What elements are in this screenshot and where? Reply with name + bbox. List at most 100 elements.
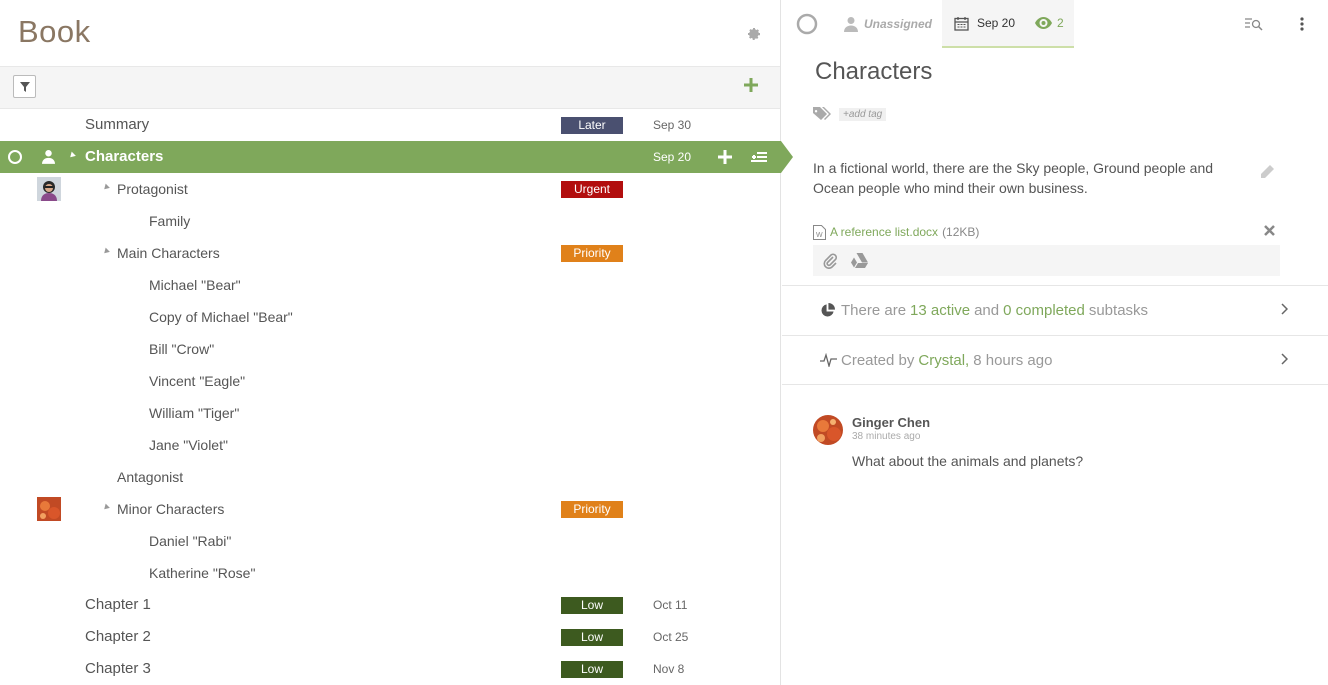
due-date[interactable]: Sep 20: [653, 141, 691, 173]
task-row[interactable]: Michael "Bear": [0, 269, 781, 301]
task-row[interactable]: Antagonist: [0, 461, 781, 493]
task-row[interactable]: Chapter 2 Low Oct 25: [0, 621, 781, 653]
task-row[interactable]: Family: [0, 205, 781, 237]
created-prefix: Created by: [841, 351, 915, 369]
task-row[interactable]: Copy of Michael "Bear": [0, 301, 781, 333]
task-title[interactable]: Bill "Crow": [149, 333, 214, 365]
filter-icon: [19, 81, 30, 92]
user-icon: [844, 17, 858, 32]
task-title[interactable]: Main Characters: [117, 237, 220, 269]
activity-pulse-icon: [820, 353, 837, 367]
task-title[interactable]: Katherine "Rose": [149, 557, 255, 589]
complete-toggle[interactable]: [796, 0, 818, 48]
task-row[interactable]: Minor Characters Priority: [0, 493, 781, 525]
task-title[interactable]: Chapter 2: [85, 621, 151, 653]
created-time: 8 hours ago: [973, 351, 1053, 369]
collapse-arrow-icon[interactable]: [102, 247, 110, 256]
task-title[interactable]: Summary: [85, 109, 149, 141]
due-date: Sep 20: [977, 16, 1016, 30]
attachment-size: (12KB): [942, 225, 980, 239]
task-title[interactable]: Protagonist: [117, 173, 188, 205]
status-badge[interactable]: Priority: [561, 501, 623, 518]
status-badge[interactable]: Priority: [561, 245, 623, 262]
task-row[interactable]: Characters Sep 20: [0, 141, 793, 173]
task-detail-panel: Unassigned Sep 20 2 Characters +add tag …: [782, 0, 1328, 685]
due-date[interactable]: Nov 8: [653, 653, 684, 685]
task-title[interactable]: Daniel "Rabi": [149, 525, 231, 557]
status-circle-icon: [796, 13, 818, 35]
task-title[interactable]: Minor Characters: [117, 493, 224, 525]
add-task-button[interactable]: [744, 78, 758, 92]
collapse-arrow-icon[interactable]: [68, 151, 76, 160]
created-author[interactable]: Crystal,: [918, 352, 969, 369]
due-date[interactable]: Oct 25: [653, 621, 688, 653]
task-row[interactable]: Chapter 1 Low Oct 11: [0, 589, 781, 621]
date-button[interactable]: Sep 20: [942, 0, 1024, 48]
task-title[interactable]: Antagonist: [117, 461, 183, 493]
task-row[interactable]: Chapter 3 Low Nov 8: [0, 653, 781, 685]
task-row[interactable]: Katherine "Rose": [0, 557, 781, 589]
attachments: W A reference list.docx (12KB): [813, 221, 1280, 276]
task-row[interactable]: Summary Later Sep 30: [0, 109, 781, 141]
avatar[interactable]: [37, 177, 61, 201]
task-row[interactable]: Protagonist Urgent: [0, 173, 781, 205]
more-menu-button[interactable]: [1300, 0, 1304, 48]
chevron-right-icon: [1281, 303, 1288, 315]
attachment-link[interactable]: A reference list.docx: [830, 225, 938, 239]
avatar[interactable]: [37, 497, 61, 521]
task-title[interactable]: William "Tiger": [149, 397, 239, 429]
task-title[interactable]: Michael "Bear": [149, 269, 241, 301]
task-row[interactable]: Bill "Crow": [0, 333, 781, 365]
remove-attachment-icon[interactable]: [1264, 225, 1275, 236]
more-vertical-icon: [1300, 17, 1304, 31]
status-badge[interactable]: Low: [561, 597, 623, 614]
collapse-arrow-icon[interactable]: [102, 503, 110, 512]
collapse-arrow-icon[interactable]: [102, 183, 110, 192]
paperclip-icon[interactable]: [823, 253, 837, 269]
task-title[interactable]: Copy of Michael "Bear": [149, 301, 293, 333]
task-row[interactable]: Jane "Violet": [0, 429, 781, 461]
attachment-item: W A reference list.docx (12KB): [813, 221, 1280, 243]
task-title[interactable]: Chapter 3: [85, 653, 151, 685]
status-badge[interactable]: Low: [561, 661, 623, 678]
comment-author[interactable]: Ginger Chen: [852, 415, 930, 430]
avatar[interactable]: [813, 415, 843, 445]
active-subtasks: 13 active: [910, 302, 971, 319]
due-date[interactable]: Oct 11: [653, 589, 687, 621]
add-list-icon[interactable]: [751, 151, 767, 163]
watchers-count: 2: [1057, 16, 1064, 30]
status-badge[interactable]: Low: [561, 629, 623, 646]
task-title[interactable]: Vincent "Eagle": [149, 365, 245, 397]
google-drive-icon[interactable]: [851, 253, 868, 268]
status-badge[interactable]: Later: [561, 117, 623, 134]
due-date[interactable]: Sep 30: [653, 109, 691, 141]
assignee-button[interactable]: Unassigned: [844, 0, 932, 48]
task-title[interactable]: Characters: [85, 141, 163, 173]
task-title[interactable]: Jane "Violet": [149, 429, 228, 461]
user-icon[interactable]: [42, 149, 55, 164]
attachment-toolbar: [813, 245, 1280, 276]
add-tag-button[interactable]: +add tag: [839, 107, 887, 121]
task-row[interactable]: Main Characters Priority: [0, 237, 781, 269]
task-row[interactable]: Daniel "Rabi": [0, 525, 781, 557]
completed-subtasks: 0 completed: [1003, 302, 1085, 319]
add-subtask-icon[interactable]: [718, 150, 732, 164]
task-description[interactable]: In a fictional world, there are the Sky …: [813, 158, 1249, 198]
filter-button[interactable]: [13, 75, 36, 98]
task-title[interactable]: Family: [149, 205, 190, 237]
gear-icon[interactable]: [746, 26, 762, 42]
comment-time: 38 minutes ago: [852, 431, 921, 442]
activity-summary[interactable]: Created by Crystal, 8 hours ago: [782, 335, 1328, 385]
complete-circle-icon[interactable]: [7, 149, 23, 165]
task-row[interactable]: William "Tiger": [0, 397, 781, 429]
watchers-button[interactable]: 2: [1024, 0, 1074, 48]
edit-pencil-icon[interactable]: [1260, 165, 1274, 179]
subtasks-summary[interactable]: There are 13 active and 0 completed subt…: [782, 285, 1328, 335]
project-header: Book: [0, 0, 780, 66]
task-row[interactable]: Vincent "Eagle": [0, 365, 781, 397]
task-title[interactable]: Chapter 1: [85, 589, 151, 621]
status-badge[interactable]: Urgent: [561, 181, 623, 198]
activity-search-button[interactable]: [1245, 0, 1263, 48]
pie-chart-icon: [821, 303, 835, 317]
task-title[interactable]: Characters: [815, 58, 932, 86]
